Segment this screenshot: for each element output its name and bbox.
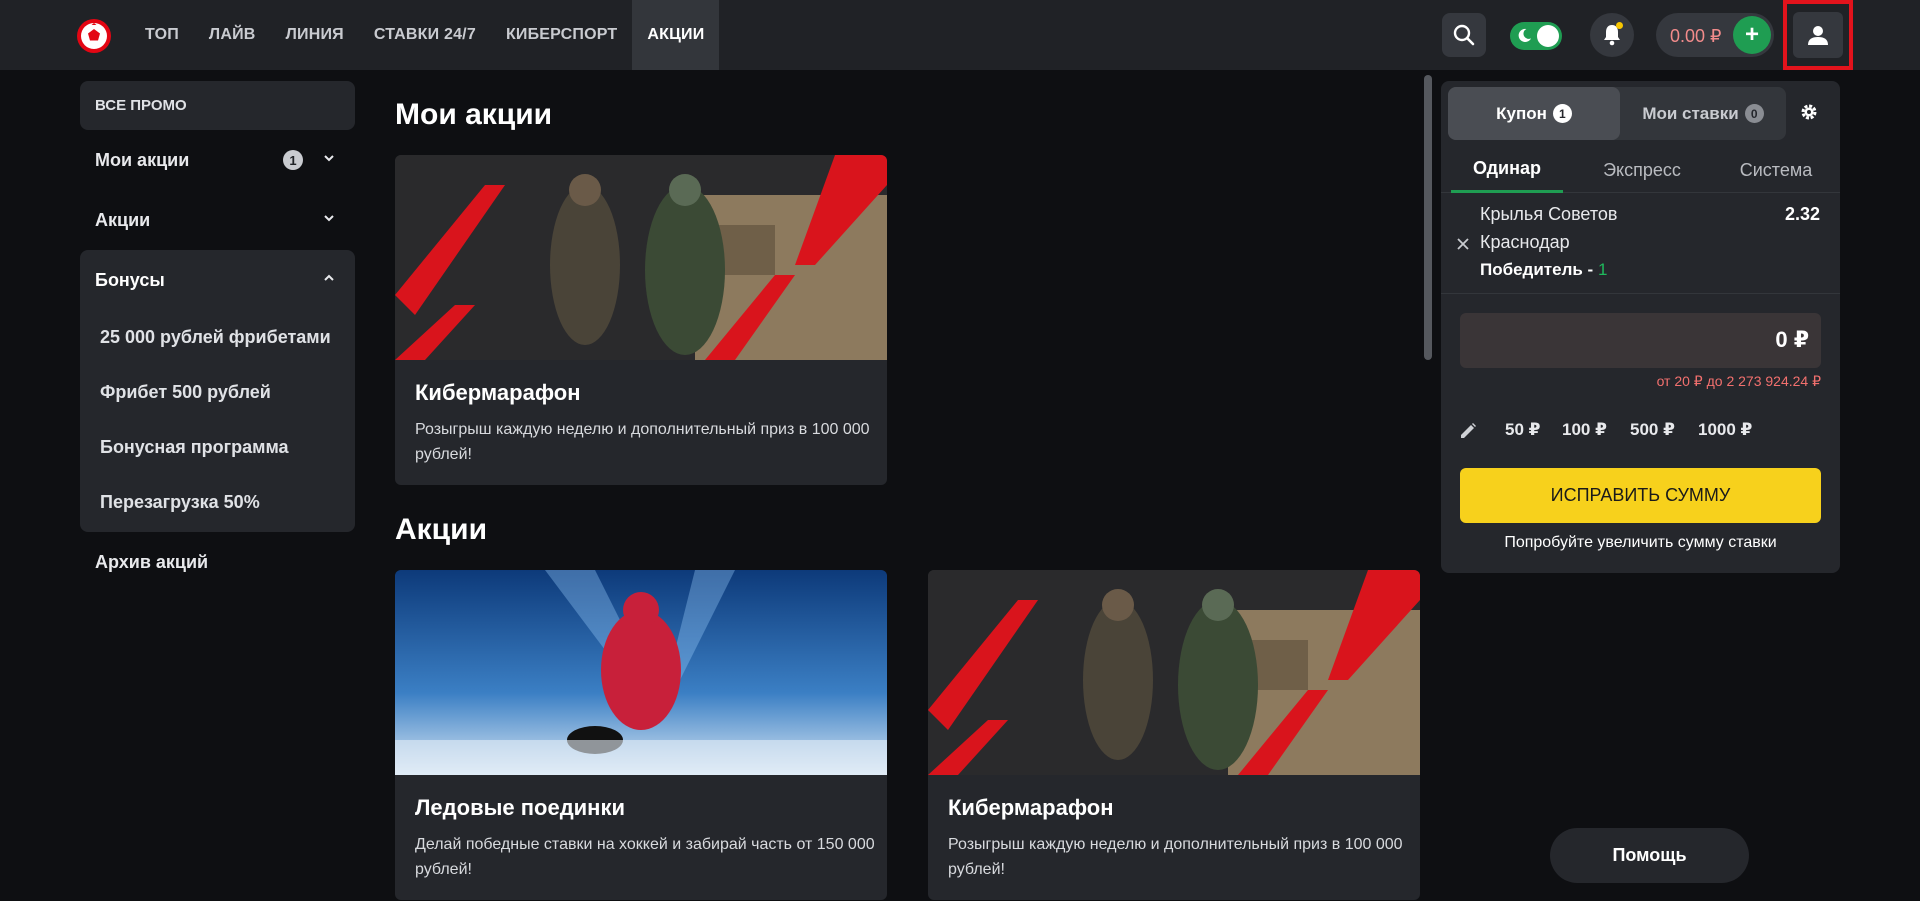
sidebar-item-label: Бонусы [95,269,165,290]
my-promos-heading: Мои акции [395,98,553,131]
toggle-knob [1537,25,1559,47]
bet-team-home: Крылья Советов [1480,204,1618,224]
all-promo-link[interactable]: ВСЕ ПРОМО [80,81,355,130]
sidebar-item-label: Архив акций [95,551,209,572]
balance-amount: 0.00 ₽ [1670,26,1722,46]
nav-live[interactable]: ЛАЙВ [194,0,271,70]
promo-card-title: Ледовые поединки [415,795,626,820]
bonus-item[interactable]: Перезагрузка 50% [80,475,355,530]
theme-toggle[interactable] [1510,22,1562,50]
search-icon [1453,24,1475,46]
promo-card[interactable]: Ледовые поединки Делай победные ставки н… [395,570,887,900]
nav-bets-247[interactable]: СТАВКИ 24/7 [359,0,491,70]
close-icon[interactable] [1457,238,1469,250]
pencil-icon[interactable] [1459,422,1477,440]
my-promos-count-badge: 1 [283,150,303,170]
user-button[interactable] [1793,12,1843,58]
stake-limits: от 20 ₽ до 2 273 924.24 ₽ [1656,373,1821,389]
tab-my-bets-label: Мои ставки [1642,103,1739,123]
bet-odds: 2.32 [1784,204,1820,224]
search-button[interactable] [1442,13,1486,57]
tab-system[interactable]: Система [1721,147,1831,193]
nav-esports[interactable]: КИБЕРСПОРТ [491,0,632,70]
bet-team-away: Краснодар [1480,232,1570,252]
moon-icon [1518,28,1532,42]
ice-battles-banner-image [395,570,887,775]
help-button[interactable]: Помощь [1550,828,1749,883]
coupon-tabs: Купон 1 Мои ставки 0 [1448,87,1786,140]
tab-coupon-label: Купон [1496,103,1547,123]
user-button-highlight[interactable] [1783,0,1853,70]
user-icon [1808,26,1828,45]
fix-amount-button[interactable]: ИСПРАВИТЬ СУММУ [1460,468,1821,523]
promo-card[interactable]: Кибермарафон Розыгрыш каждую неделю и до… [395,155,887,485]
cybermarathon-banner-image [928,570,1420,775]
bet-type-tabs: Одинар Экспресс Система [1441,147,1840,193]
bonuses-group: Бонусы 25 000 рублей фрибетами Фрибет 50… [80,250,355,532]
bonus-item[interactable]: Фрибет 500 рублей [80,365,355,420]
chevron-down-icon [324,215,334,222]
balance-widget[interactable]: 0.00 ₽ + [1656,13,1774,57]
gear-icon[interactable] [1799,102,1819,122]
sidebar-item-promos[interactable]: Акции [80,190,355,250]
tab-single[interactable]: Одинар [1451,147,1563,193]
nav-promos[interactable]: АКЦИИ [632,0,720,70]
logo-icon[interactable] [77,19,111,53]
cybermarathon-banner-image [395,155,887,360]
stake-hint: Попробуйте увеличить сумму ставки [1504,534,1777,551]
promo-sidebar: ВСЕ ПРОМО Мои акции 1 Акции Бонусы 25 00… [80,81,355,592]
stake-amount-input[interactable]: 0 ₽ [1460,313,1821,368]
quick-amount-50[interactable]: 50 ₽ [1505,420,1540,440]
promo-card-description: Розыгрыш каждую неделю и дополнительный … [948,836,1403,878]
sidebar-item-label: Мои акции [95,149,190,170]
coupon-bet-item: Крылья Советов Краснодар Победитель - 1 … [1441,194,1840,294]
sidebar-item-my-promos[interactable]: Мои акции 1 [80,130,355,190]
bet-outcome: 1 [1597,260,1608,279]
nav-top[interactable]: ТОП [130,0,194,70]
sidebar-item-archive[interactable]: Архив акций [80,532,355,592]
tab-express[interactable]: Экспресс [1581,147,1703,193]
promo-card[interactable]: Кибермарафон Розыгрыш каждую неделю и до… [928,570,1420,900]
promo-card-title: Кибермарафон [948,795,1114,820]
tab-coupon[interactable]: Купон 1 [1448,87,1620,140]
deposit-button[interactable]: + [1733,16,1771,54]
promo-card-title: Кибермарафон [415,380,581,405]
main-nav: ТОП ЛАЙВ ЛИНИЯ СТАВКИ 24/7 КИБЕРСПОРТ АК… [130,0,720,70]
bonus-item[interactable]: 25 000 рублей фрибетами [80,310,355,365]
stake-amount-value: 0 ₽ [1775,327,1809,352]
promo-card-description: Делай победные ставки на хоккей и забира… [415,836,875,878]
notifications-button[interactable] [1590,13,1634,57]
top-header: ТОП ЛАЙВ ЛИНИЯ СТАВКИ 24/7 КИБЕРСПОРТ АК… [0,0,1920,70]
sidebar-item-label: Акции [95,209,151,230]
my-bets-count-badge: 0 [1744,104,1764,123]
coupon-count-badge: 1 [1552,104,1572,123]
quick-amount-1000[interactable]: 1000 ₽ [1698,420,1752,440]
promo-card-description: Розыгрыш каждую неделю и дополнительный … [415,421,870,463]
bonus-item[interactable]: Бонусная программа [80,420,355,475]
tab-my-bets[interactable]: Мои ставки 0 [1620,87,1786,140]
bet-market: Победитель - 1 [1480,260,1607,280]
bet-coupon-panel: Купон 1 Мои ставки 0 Одинар Экспресс Сис… [1441,81,1840,573]
promos-heading: Акции [395,513,488,546]
page-scrollbar[interactable] [1424,75,1432,360]
quick-amount-500[interactable]: 500 ₽ [1630,420,1675,440]
notification-dot [1616,22,1623,29]
quick-amount-100[interactable]: 100 ₽ [1562,420,1607,440]
sidebar-item-bonuses[interactable]: Бонусы [80,250,355,310]
bet-market-label: Победитель - [1480,260,1598,279]
nav-line[interactable]: ЛИНИЯ [271,0,359,70]
chevron-up-icon [324,274,334,281]
chevron-down-icon [324,155,334,162]
